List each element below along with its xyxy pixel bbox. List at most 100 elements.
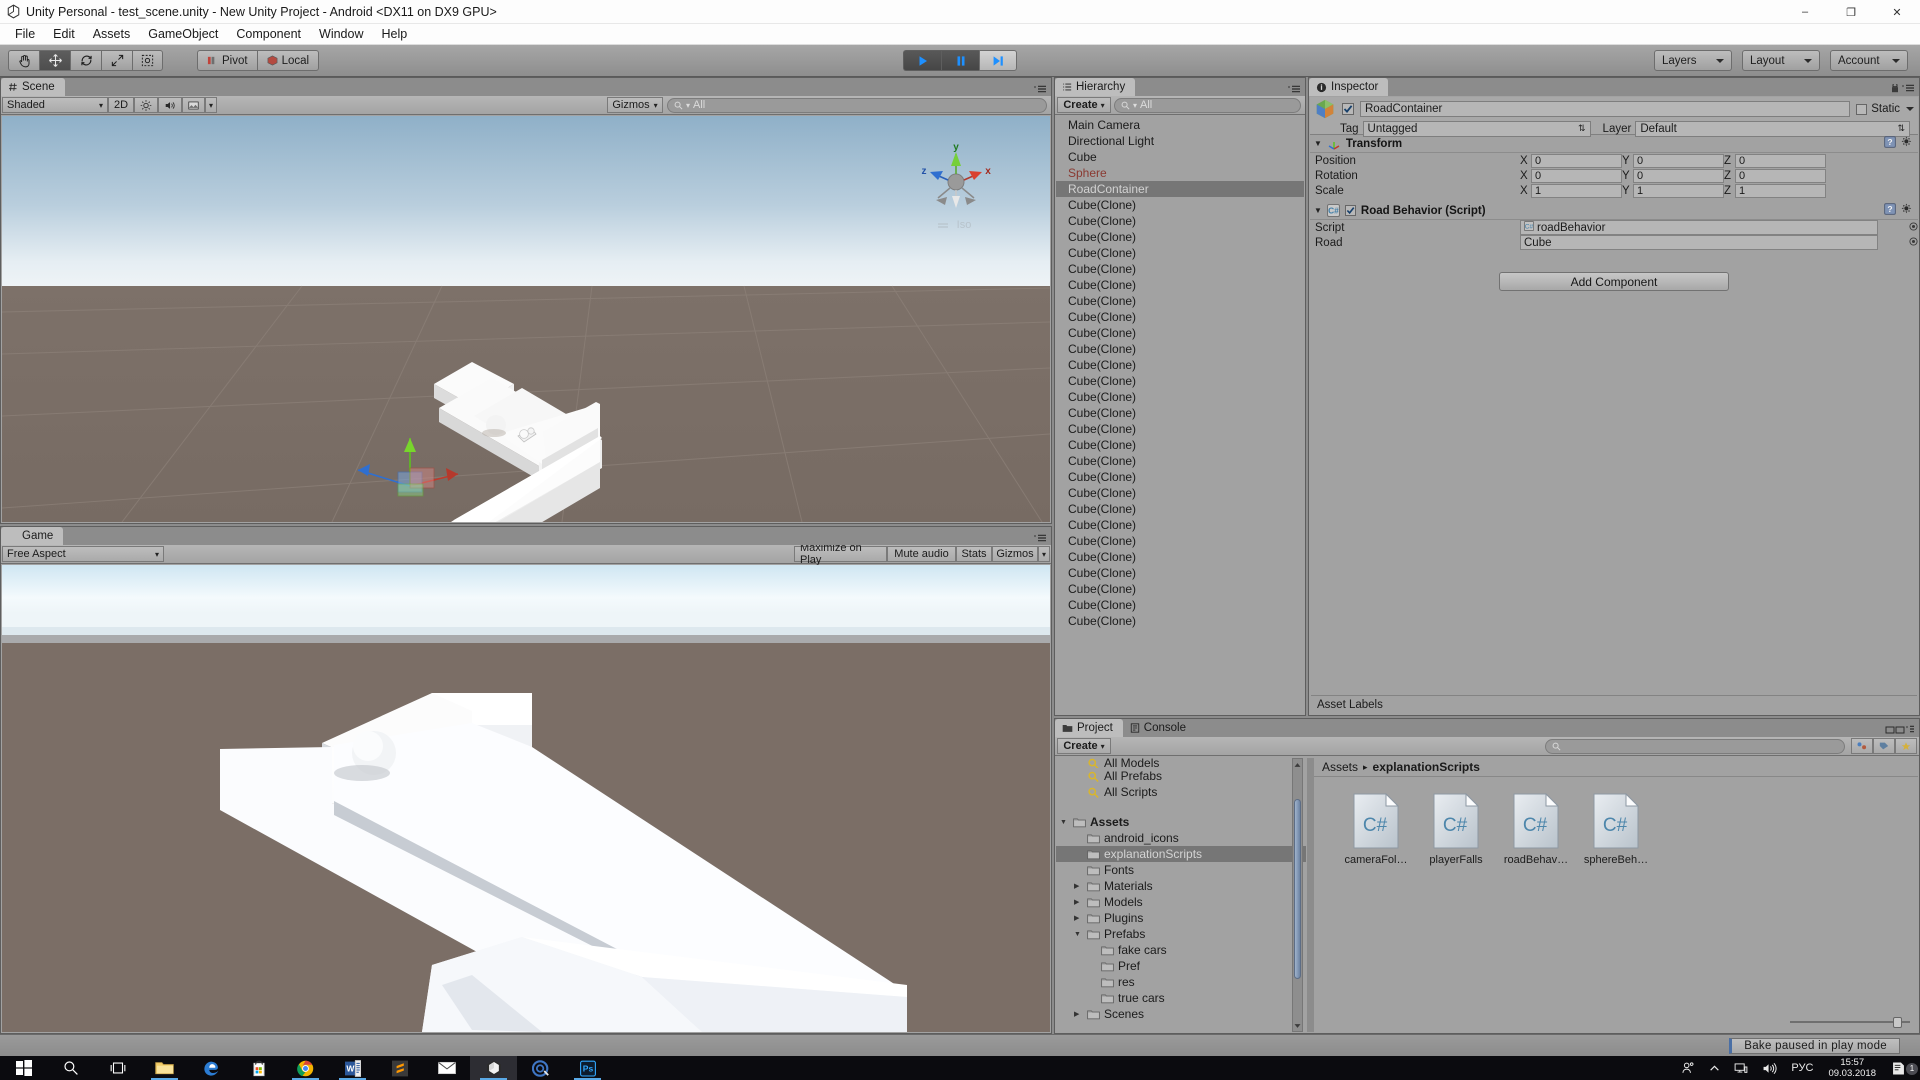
project-tree-item[interactable]: ▼ Prefabs — [1056, 926, 1306, 942]
menu-assets[interactable]: Assets — [84, 25, 140, 43]
foldout-closed-icon[interactable]: ▶ — [1074, 898, 1083, 906]
project-tree-item[interactable]: ▼ Assets — [1056, 814, 1306, 830]
maximize-button[interactable]: ❐ — [1828, 0, 1874, 24]
project-tree-item[interactable]: true cars — [1056, 990, 1306, 1006]
mute-audio-toggle[interactable]: Mute audio — [887, 546, 956, 562]
project-tree-item[interactable]: fake cars — [1056, 942, 1306, 958]
game-gizmos-button[interactable]: Gizmos — [992, 546, 1038, 562]
hierarchy-item[interactable]: Cube — [1056, 149, 1304, 165]
add-component-button[interactable]: Add Component — [1499, 272, 1729, 291]
foldout-closed-icon[interactable]: ▶ — [1074, 914, 1083, 922]
paint-tool-sai[interactable] — [517, 1056, 564, 1080]
word[interactable]: W — [329, 1056, 376, 1080]
hierarchy-list[interactable]: Main Camera Directional Light Cube Sphere Ro… — [1056, 117, 1304, 714]
gameobject-name-field[interactable]: RoadContainer — [1360, 101, 1851, 117]
script-help-icon[interactable]: ? — [1884, 203, 1896, 218]
step-button[interactable] — [979, 50, 1017, 71]
scene-gizmos-dropdown[interactable]: Gizmos ▾ — [607, 97, 663, 113]
game-viewport[interactable] — [2, 565, 1050, 1032]
transform-input-x[interactable]: 0 — [1531, 153, 1622, 168]
shading-mode-dropdown[interactable]: Shaded ▾ — [2, 97, 108, 113]
scene-panel-menu-button[interactable] — [1033, 85, 1047, 94]
script-settings-gear-icon[interactable] — [1901, 203, 1913, 218]
hierarchy-item[interactable]: Cube(Clone) — [1056, 341, 1304, 357]
menu-help[interactable]: Help — [372, 25, 416, 43]
project-tree-scroll-thumb[interactable] — [1294, 799, 1301, 979]
minimize-button[interactable]: – — [1782, 0, 1828, 24]
scale-tool-button[interactable] — [101, 50, 132, 71]
transform-input-x[interactable]: 1 — [1531, 183, 1622, 198]
hierarchy-item[interactable]: Cube(Clone) — [1056, 597, 1304, 613]
project-tree-scrollbar[interactable] — [1292, 758, 1303, 1032]
transform-input-z[interactable]: 0 — [1735, 153, 1826, 168]
project-filter-by-type-button[interactable] — [1851, 738, 1873, 754]
scene-viewport[interactable]: y x z Iso — [2, 116, 1050, 522]
hierarchy-item[interactable]: Cube(Clone) — [1056, 421, 1304, 437]
asset-zoom-slider[interactable] — [1790, 1016, 1910, 1028]
layout-dropdown[interactable]: Layout — [1742, 50, 1820, 71]
task-view-button[interactable] — [94, 1056, 141, 1080]
hierarchy-search-input[interactable]: ▾ All — [1114, 97, 1301, 113]
transform-input-y[interactable]: 0 — [1633, 168, 1724, 183]
project-favorites-button[interactable] — [1895, 738, 1917, 754]
scene-orientation-gizmo[interactable]: y x z Iso — [914, 138, 998, 232]
volume-icon[interactable] — [1755, 1062, 1784, 1075]
project-tree-item[interactable]: All Scripts — [1056, 784, 1306, 800]
transform-input-y[interactable]: 1 — [1633, 183, 1724, 198]
rect-tool-button[interactable] — [132, 50, 163, 71]
script-enabled-checkbox[interactable] — [1344, 205, 1356, 216]
hierarchy-item[interactable]: Cube(Clone) — [1056, 453, 1304, 469]
scroll-down-arrow-icon[interactable] — [1293, 1021, 1302, 1030]
menu-edit[interactable]: Edit — [44, 25, 84, 43]
project-tree-item[interactable]: android_icons — [1056, 830, 1306, 846]
move-gizmo[interactable] — [342, 376, 502, 506]
search-button[interactable] — [47, 1056, 94, 1080]
menu-file[interactable]: File — [6, 25, 44, 43]
start-button[interactable] — [0, 1056, 47, 1080]
project-search-input[interactable] — [1545, 738, 1845, 754]
hierarchy-item[interactable]: Cube(Clone) — [1056, 485, 1304, 501]
foldout-open-icon[interactable]: ▼ — [1074, 931, 1083, 938]
action-center-icon[interactable]: 1 — [1884, 1061, 1920, 1076]
tab-console[interactable]: Console — [1122, 719, 1196, 737]
mail[interactable] — [423, 1056, 470, 1080]
road-behavior-component-header[interactable]: ▼ C# Road Behavior (Script) ? — [1310, 202, 1918, 220]
foldout-closed-icon[interactable]: ▶ — [1074, 882, 1083, 890]
hierarchy-item[interactable]: RoadContainer — [1056, 181, 1304, 197]
project-create-button[interactable]: Create ▾ — [1057, 738, 1111, 754]
show-hidden-icons[interactable] — [1702, 1063, 1727, 1074]
static-checkbox[interactable] — [1856, 103, 1868, 115]
project-tree-item[interactable]: ▶ Materials — [1056, 878, 1306, 894]
hierarchy-item[interactable]: Cube(Clone) — [1056, 277, 1304, 293]
toggle-2d-button[interactable]: 2D — [108, 97, 134, 113]
hierarchy-item[interactable]: Cube(Clone) — [1056, 309, 1304, 325]
people-icon[interactable] — [1674, 1061, 1702, 1075]
tab-inspector[interactable]: Inspector — [1309, 78, 1389, 96]
asset-labels-bar[interactable]: Asset Labels — [1311, 695, 1917, 713]
transform-input-x[interactable]: 0 — [1531, 168, 1622, 183]
asset-item[interactable]: C# roadBehav… — [1500, 792, 1572, 866]
hierarchy-item[interactable]: Cube(Clone) — [1056, 197, 1304, 213]
menu-component[interactable]: Component — [227, 25, 310, 43]
asset-item[interactable]: C# cameraFol… — [1340, 792, 1412, 866]
static-dropdown-icon[interactable] — [1906, 107, 1914, 111]
hierarchy-item[interactable]: Cube(Clone) — [1056, 437, 1304, 453]
project-panel-menu-button[interactable] — [1885, 725, 1915, 735]
object-reference-field[interactable]: Cube — [1520, 235, 1878, 250]
scene-effects-dropdown[interactable]: ▾ — [205, 97, 217, 113]
clock[interactable]: 15:57 09.03.2018 — [1820, 1057, 1884, 1079]
hierarchy-item[interactable]: Cube(Clone) — [1056, 469, 1304, 485]
transform-component-header[interactable]: ▼ Transform ? — [1310, 135, 1918, 153]
game-panel-menu-button[interactable] — [1033, 534, 1047, 543]
hierarchy-item[interactable]: Cube(Clone) — [1056, 613, 1304, 629]
project-tree-item[interactable]: Fonts — [1056, 862, 1306, 878]
hierarchy-item[interactable]: Cube(Clone) — [1056, 405, 1304, 421]
hierarchy-item[interactable]: Cube(Clone) — [1056, 389, 1304, 405]
photoshop[interactable]: Ps — [564, 1056, 611, 1080]
breadcrumb-root[interactable]: Assets — [1322, 760, 1358, 774]
hierarchy-item[interactable]: Sphere — [1056, 165, 1304, 181]
inspector-panel-menu-button[interactable] — [1889, 84, 1915, 94]
project-filter-by-label-button[interactable] — [1873, 738, 1895, 754]
project-tree-item[interactable]: res — [1056, 974, 1306, 990]
project-tree-item[interactable]: ▶ Models — [1056, 894, 1306, 910]
